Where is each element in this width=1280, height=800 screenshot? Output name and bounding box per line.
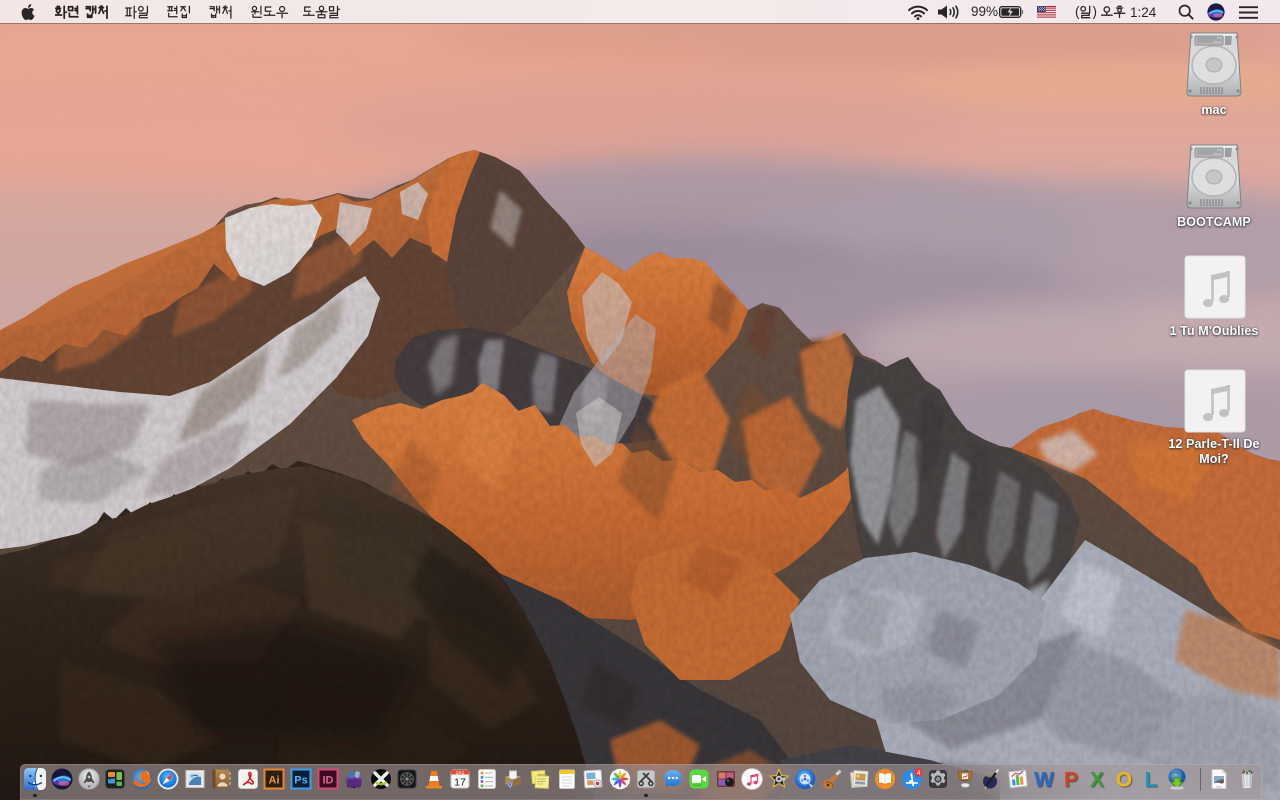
svg-text:ID: ID bbox=[323, 775, 334, 787]
svg-text:docx: docx bbox=[1216, 785, 1223, 789]
svg-text:X: X bbox=[1090, 769, 1104, 791]
svg-text:Q: Q bbox=[508, 782, 512, 788]
svg-text:L: L bbox=[1145, 769, 1158, 791]
svg-text:4: 4 bbox=[917, 770, 921, 777]
svg-text:Ai: Ai bbox=[269, 775, 280, 787]
svg-text:W: W bbox=[1034, 769, 1054, 791]
svg-text:P: P bbox=[1064, 769, 1078, 791]
svg-text:Ps: Ps bbox=[294, 775, 307, 787]
svg-text:17: 17 bbox=[454, 777, 466, 789]
svg-text:Note: Note bbox=[538, 773, 546, 777]
svg-text:일요일: 일요일 bbox=[456, 770, 465, 775]
svg-text:O: O bbox=[1116, 769, 1132, 791]
